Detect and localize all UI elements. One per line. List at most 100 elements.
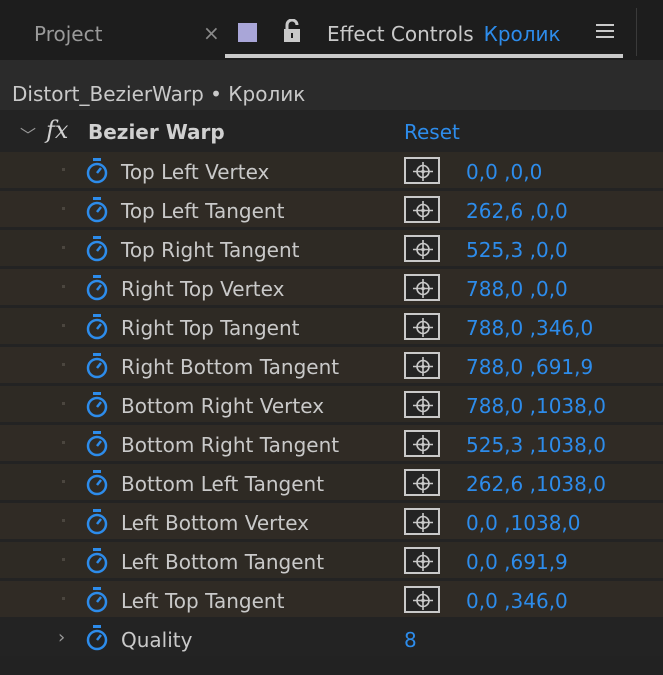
reset-link[interactable]: Reset: [404, 120, 460, 144]
property-row[interactable]: Left Top Tangent 0,0 ,346,0: [0, 581, 663, 617]
property-label: Right Top Vertex: [121, 277, 285, 301]
point-control-button[interactable]: [404, 313, 440, 340]
fx-icon[interactable]: fx: [46, 116, 68, 144]
property-row[interactable]: Top Right Tangent 525,3 ,0,0: [0, 230, 663, 266]
row-indent-dot: [62, 324, 65, 327]
stopwatch-icon[interactable]: [85, 509, 109, 535]
chevron-down-icon[interactable]: ﹀: [20, 122, 36, 146]
crosshair-icon: [413, 162, 433, 181]
row-indent-dot: [62, 558, 65, 561]
tab-effect-controls-label: Effect Controls: [327, 22, 474, 46]
stopwatch-icon[interactable]: [85, 431, 109, 457]
row-indent-dot: [62, 480, 65, 483]
property-value[interactable]: 0,0 ,691,9: [466, 550, 568, 574]
tab-divider: [636, 8, 637, 56]
point-control-button[interactable]: [404, 547, 440, 574]
property-row[interactable]: Left Bottom Tangent 0,0 ,691,9: [0, 542, 663, 578]
row-indent-dot: [62, 363, 65, 366]
property-value[interactable]: 0,0 ,0,0: [466, 160, 542, 184]
property-label: Left Bottom Tangent: [121, 550, 325, 574]
active-tab-underline: [225, 54, 623, 58]
tab-project[interactable]: Project: [34, 22, 102, 46]
panel-empty-area: [0, 656, 663, 675]
stopwatch-icon[interactable]: [85, 197, 109, 223]
row-indent-dot: [62, 441, 65, 444]
property-value[interactable]: 0,0 ,346,0: [466, 589, 568, 613]
stopwatch-icon[interactable]: [85, 548, 109, 574]
crosshair-icon: [413, 240, 433, 259]
stopwatch-icon[interactable]: [85, 470, 109, 496]
stopwatch-icon[interactable]: [85, 392, 109, 418]
point-control-button[interactable]: [404, 196, 440, 223]
property-value[interactable]: 525,3 ,0,0: [466, 238, 568, 262]
crosshair-icon: [413, 474, 433, 493]
panel-tab-bar: Project × Effect Controls Кролик: [0, 0, 663, 60]
crosshair-icon: [413, 357, 433, 376]
tab-layer-name: Кролик: [483, 22, 561, 46]
property-label: Top Left Tangent: [121, 199, 285, 223]
property-row[interactable]: Right Top Tangent 788,0 ,346,0: [0, 308, 663, 344]
property-row[interactable]: Bottom Left Tangent 262,6 ,1038,0: [0, 464, 663, 500]
point-control-button[interactable]: [404, 430, 440, 457]
row-indent-dot: [62, 207, 65, 210]
crosshair-icon: [413, 591, 433, 610]
property-label: Right Top Tangent: [121, 316, 300, 340]
property-row[interactable]: Top Left Vertex 0,0 ,0,0: [0, 152, 663, 188]
property-label: Bottom Right Vertex: [121, 394, 325, 418]
point-control-button[interactable]: [404, 508, 440, 535]
property-label: Right Bottom Tangent: [121, 355, 340, 379]
crosshair-icon: [413, 396, 433, 415]
property-value[interactable]: 262,6 ,1038,0: [466, 472, 606, 496]
property-value[interactable]: 0,0 ,1038,0: [466, 511, 581, 535]
point-control-button[interactable]: [404, 469, 440, 496]
property-value[interactable]: 788,0 ,1038,0: [466, 394, 606, 418]
stopwatch-icon[interactable]: [85, 275, 109, 301]
stopwatch-icon[interactable]: [85, 236, 109, 262]
point-control-button[interactable]: [404, 391, 440, 418]
property-value[interactable]: 525,3 ,1038,0: [466, 433, 606, 457]
row-indent-dot: [62, 285, 65, 288]
property-row[interactable]: Right Top Vertex 788,0 ,0,0: [0, 269, 663, 305]
property-label: Left Top Tangent: [121, 589, 285, 613]
tab-effect-controls[interactable]: Effect Controls Кролик: [327, 22, 561, 46]
row-indent-dot: [62, 246, 65, 249]
point-control-button[interactable]: [404, 157, 440, 184]
point-control-button[interactable]: [404, 235, 440, 262]
stopwatch-icon[interactable]: [85, 587, 109, 613]
property-row[interactable]: Bottom Right Tangent 525,3 ,1038,0: [0, 425, 663, 461]
quality-value[interactable]: 8: [404, 628, 417, 652]
crosshair-icon: [413, 513, 433, 532]
crosshair-icon: [413, 435, 433, 454]
point-control-button[interactable]: [404, 274, 440, 301]
property-label: Top Right Tangent: [121, 238, 300, 262]
stopwatch-icon[interactable]: [85, 353, 109, 379]
property-value[interactable]: 788,0 ,0,0: [466, 277, 568, 301]
hamburger-menu-icon[interactable]: [594, 20, 616, 42]
stopwatch-icon[interactable]: [85, 314, 109, 340]
row-indent-dot: [62, 519, 65, 522]
property-label: Top Left Vertex: [121, 160, 270, 184]
stopwatch-icon[interactable]: [85, 158, 109, 184]
property-value[interactable]: 788,0 ,691,9: [466, 355, 593, 379]
quality-row[interactable]: › Quality 8: [0, 620, 663, 656]
row-indent-dot: [62, 402, 65, 405]
property-row[interactable]: Top Left Tangent 262,6 ,0,0: [0, 191, 663, 227]
property-value[interactable]: 262,6 ,0,0: [466, 199, 568, 223]
lock-icon[interactable]: [281, 19, 303, 43]
point-control-button[interactable]: [404, 352, 440, 379]
property-label: Left Bottom Vertex: [121, 511, 309, 535]
property-label: Bottom Left Tangent: [121, 472, 325, 496]
crosshair-icon: [413, 552, 433, 571]
quality-label: Quality: [121, 628, 193, 652]
property-row[interactable]: Right Bottom Tangent 788,0 ,691,9: [0, 347, 663, 383]
property-row[interactable]: Bottom Right Vertex 788,0 ,1038,0: [0, 386, 663, 422]
property-label: Bottom Right Tangent: [121, 433, 340, 457]
property-row[interactable]: Left Bottom Vertex 0,0 ,1038,0: [0, 503, 663, 539]
property-value[interactable]: 788,0 ,346,0: [466, 316, 593, 340]
point-control-button[interactable]: [404, 586, 440, 613]
row-indent-dot: [62, 597, 65, 600]
close-tab-icon[interactable]: ×: [203, 21, 220, 45]
stopwatch-icon[interactable]: [85, 625, 109, 651]
chevron-right-icon[interactable]: ›: [58, 627, 65, 648]
crosshair-icon: [413, 279, 433, 298]
